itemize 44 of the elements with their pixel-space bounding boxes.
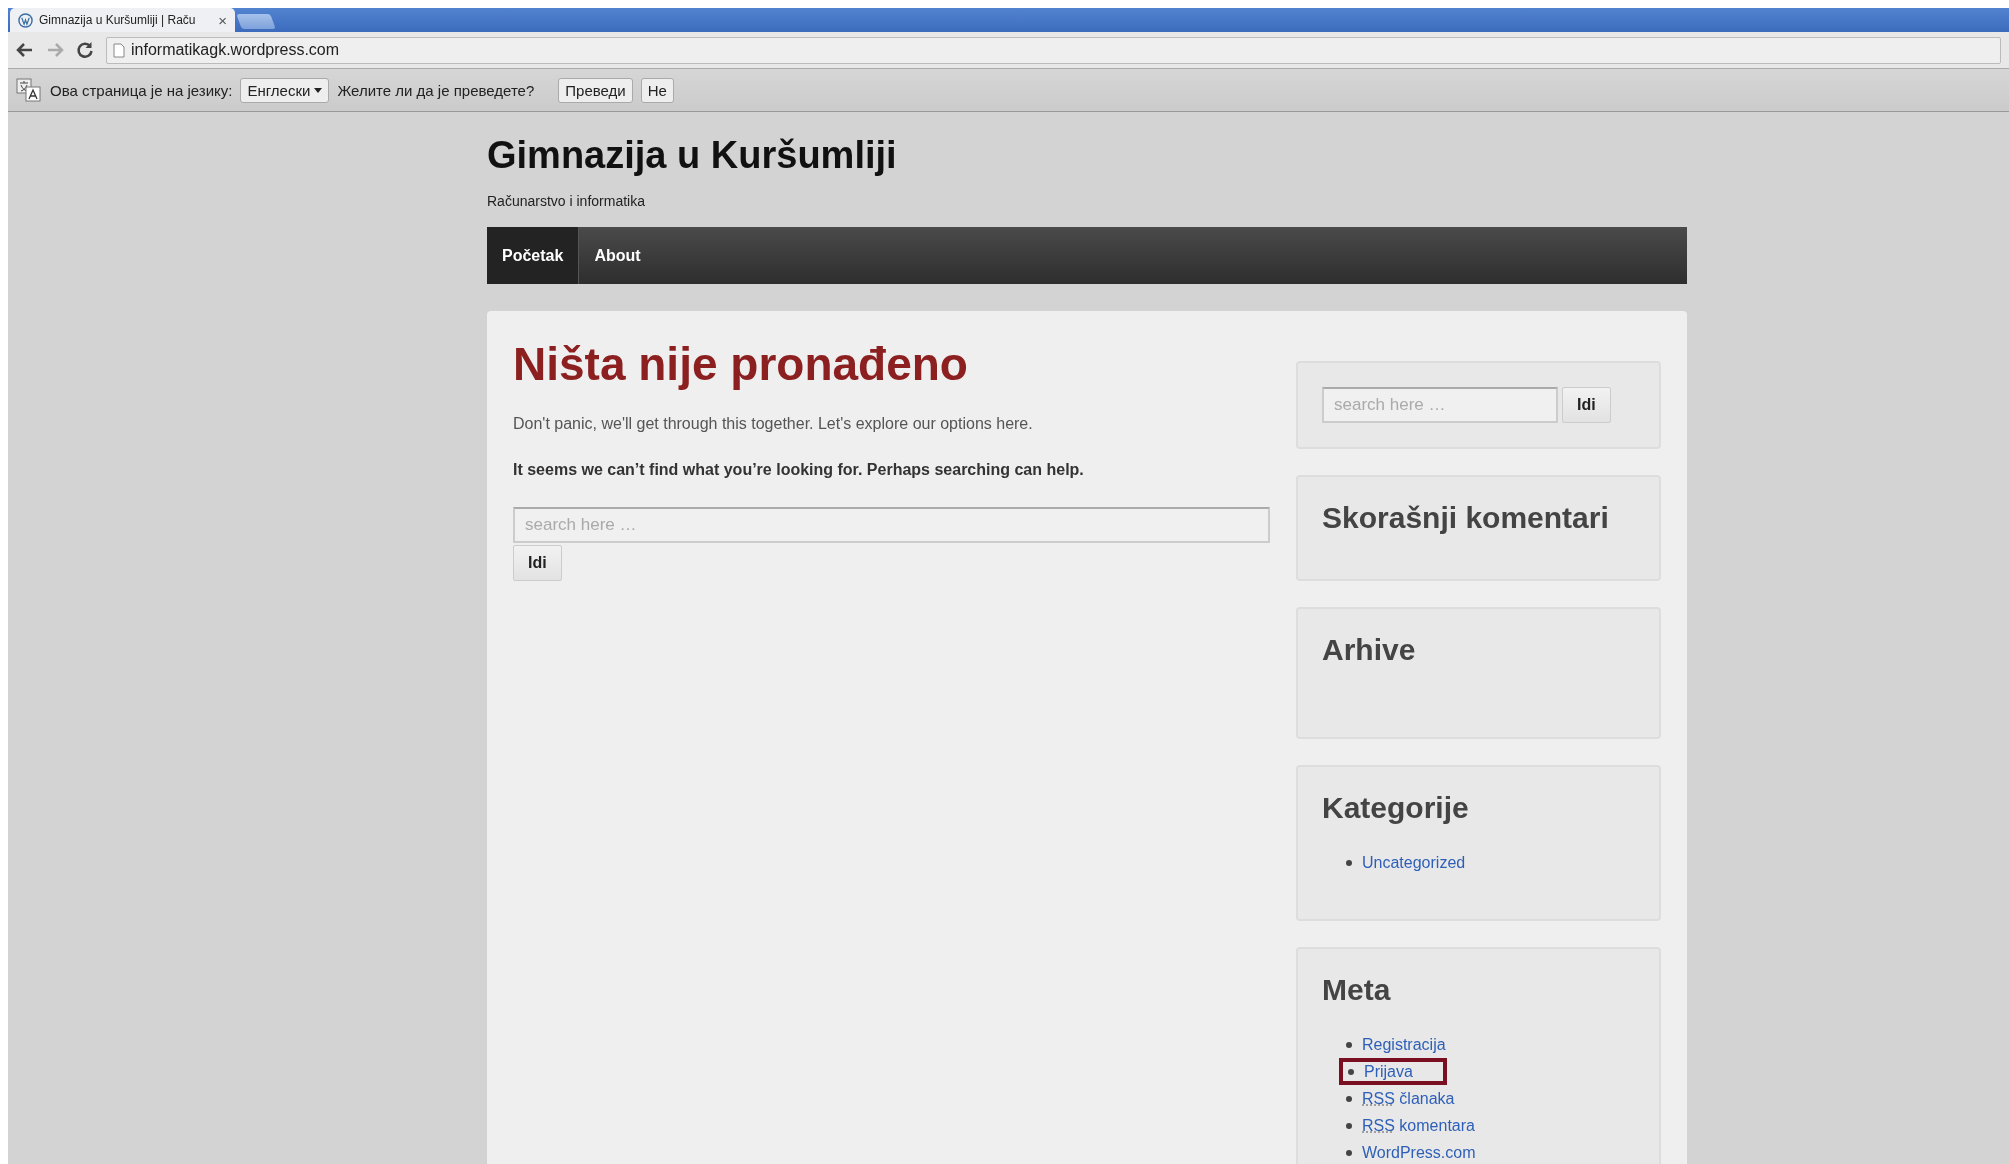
translate-question: Желите ли да је преведете? xyxy=(337,81,535,99)
widget-title: Arhive xyxy=(1322,633,1417,667)
site-tagline: Računarstvo i informatika xyxy=(487,193,646,209)
wordpress-logo-icon xyxy=(18,12,33,28)
page-heading: Ništa nije pronađeno xyxy=(513,337,969,391)
search-prompt: It seems we can’t find what you’re looking for. Perhaps searching can help. xyxy=(513,461,1085,479)
widget-link[interactable]: Uncategorized xyxy=(1362,853,1466,872)
bullet-icon xyxy=(1346,859,1352,866)
back-arrow-icon[interactable] xyxy=(16,42,34,58)
bullet-icon xyxy=(1346,1149,1352,1156)
new-tab-button[interactable] xyxy=(236,14,276,29)
tab-title: Gimnazija u Kuršumliji | Raču xyxy=(39,13,196,27)
translate-bar-button[interactable]: Не xyxy=(640,77,674,103)
bullet-icon xyxy=(1346,1122,1352,1129)
widget-link[interactable]: WordPress.com xyxy=(1362,1143,1476,1162)
translate-message: Ова страница је на језику: xyxy=(50,81,233,99)
widget-link[interactable]: Prijava xyxy=(1364,1062,1413,1081)
widget-link[interactable]: Registracija xyxy=(1362,1035,1446,1054)
nav-item[interactable]: About xyxy=(579,227,656,284)
intro-text: Don't panic, we'll get through this together. Let's explore our options here. xyxy=(513,415,1034,433)
translate-icon xyxy=(16,78,42,102)
language-dropdown[interactable]: Енглески xyxy=(240,77,330,103)
widget-link[interactable]: RSS komentara xyxy=(1362,1116,1475,1135)
search-field[interactable]: search here … xyxy=(1322,387,1558,423)
bullet-icon xyxy=(1346,1041,1352,1048)
reload-icon[interactable] xyxy=(76,41,94,59)
caret-icon xyxy=(314,87,323,93)
search-field[interactable]: search here … xyxy=(513,507,1270,543)
widget-title: Meta xyxy=(1322,973,1392,1007)
page-icon xyxy=(113,42,125,58)
search-button[interactable]: Idi xyxy=(513,545,562,581)
widget-title: Kategorije xyxy=(1322,791,1470,825)
widget-link[interactable]: RSS članaka xyxy=(1362,1089,1455,1108)
widget-title: Skorašnji komentari xyxy=(1322,501,1610,535)
close-icon[interactable]: × xyxy=(218,11,227,29)
search-button[interactable]: Idi xyxy=(1562,387,1611,423)
bullet-icon xyxy=(1348,1068,1354,1075)
bullet-icon xyxy=(1346,1095,1352,1102)
translate-bar-button[interactable]: Преведи xyxy=(558,77,633,103)
url-text: informatikagk.wordpress.com xyxy=(131,41,340,59)
browser-tab[interactable]: Gimnazija u Kuršumliji | Raču × xyxy=(10,8,235,32)
site-title[interactable]: Gimnazija u Kuršumliji xyxy=(487,134,1687,177)
address-bar[interactable]: informatikagk.wordpress.com xyxy=(106,36,2001,64)
nav-item[interactable]: Početak xyxy=(487,227,580,284)
